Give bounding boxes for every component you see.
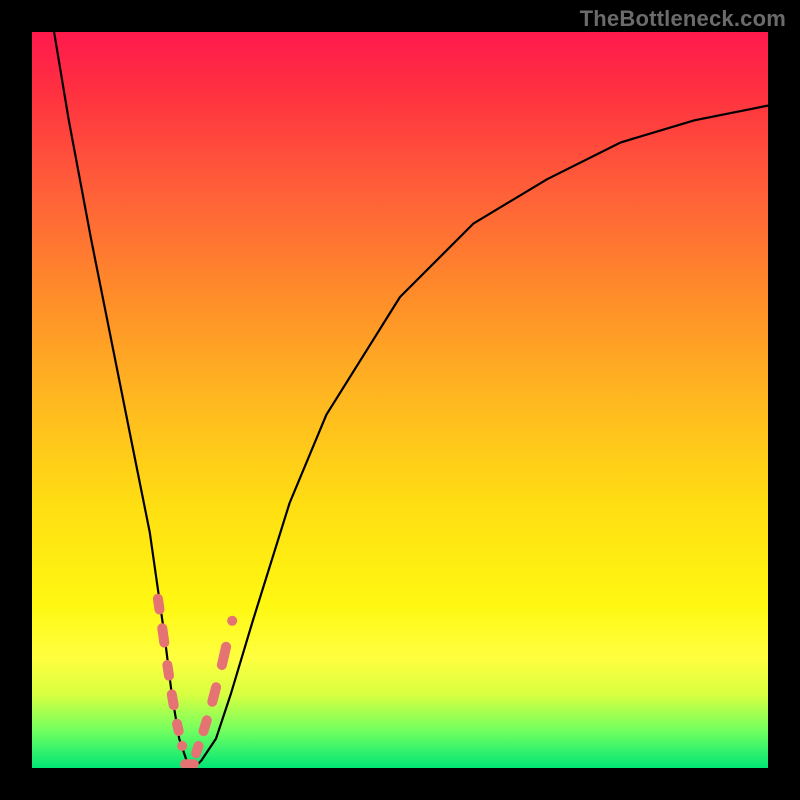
dash-left bbox=[177, 724, 179, 731]
chart-svg bbox=[32, 32, 768, 768]
dash-left bbox=[162, 628, 164, 642]
dash-right bbox=[196, 746, 198, 753]
watermark-text: TheBottleneck.com bbox=[580, 6, 786, 32]
dash-left bbox=[172, 694, 174, 705]
chart-dash-group bbox=[158, 599, 232, 765]
chart-curve-group bbox=[54, 32, 768, 768]
bottleneck-curve bbox=[54, 32, 768, 768]
dash-left bbox=[167, 665, 169, 676]
chart-plot-area bbox=[32, 32, 768, 768]
chart-frame: TheBottleneck.com bbox=[0, 0, 800, 800]
dash-right bbox=[204, 720, 207, 731]
dash-right bbox=[222, 647, 226, 665]
dash-left bbox=[158, 599, 160, 610]
dash-right bbox=[212, 687, 216, 702]
